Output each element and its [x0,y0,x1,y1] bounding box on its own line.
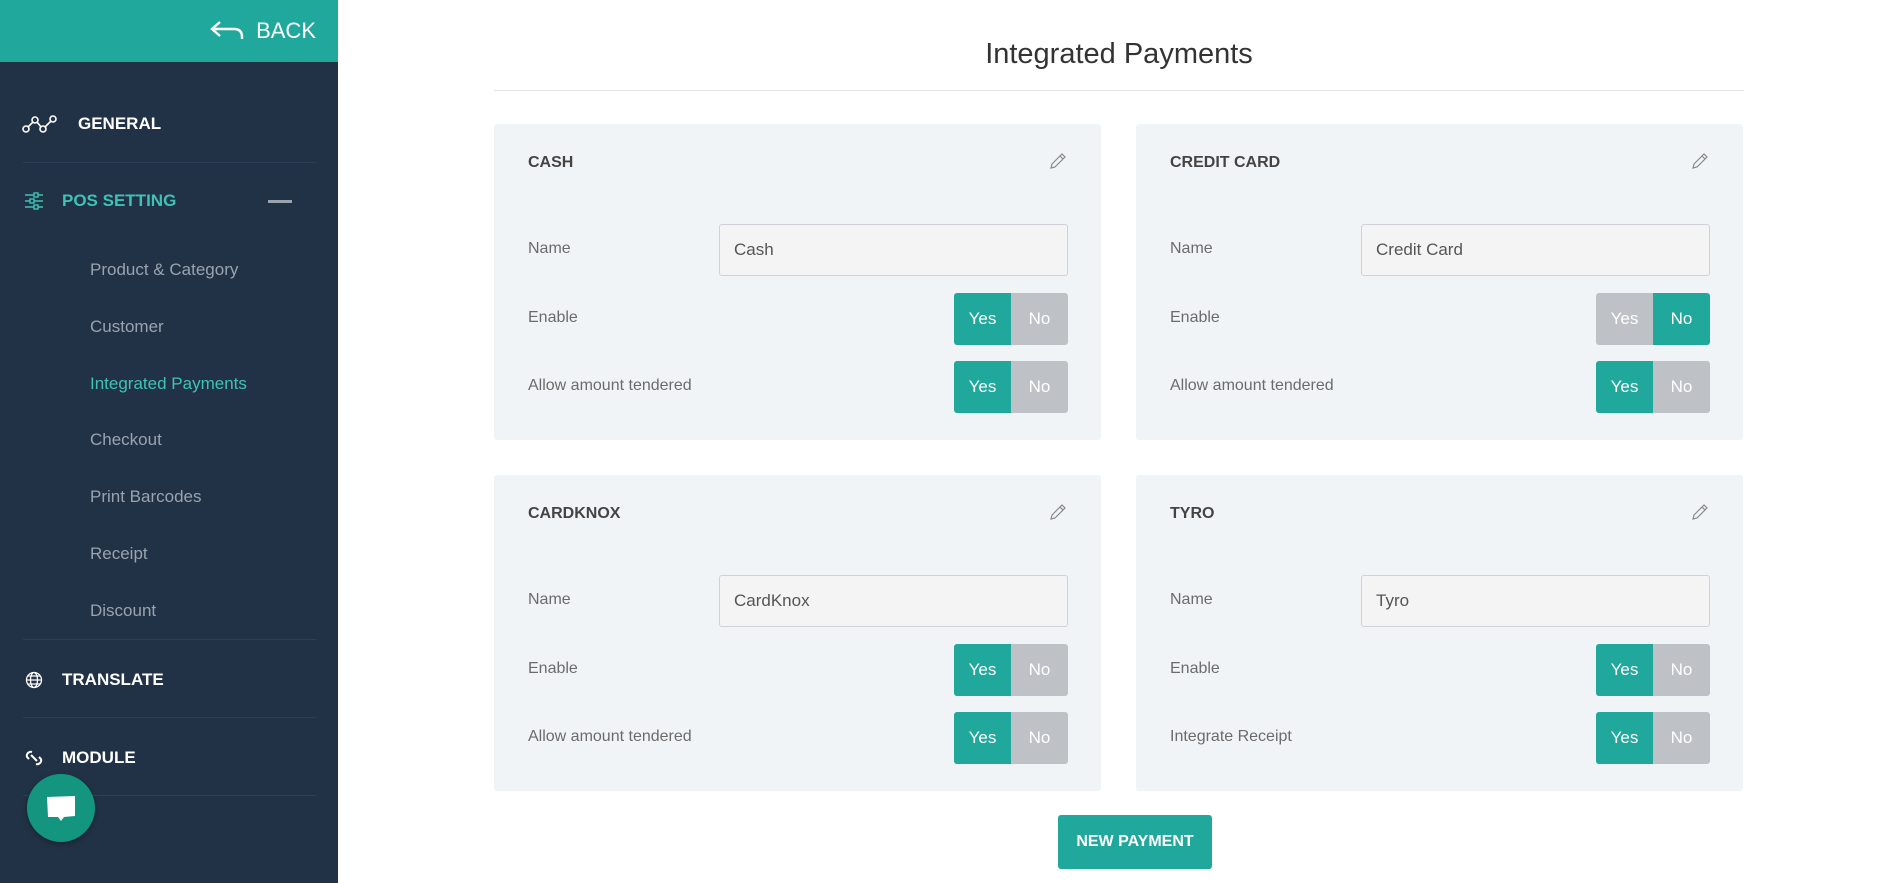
yes-option[interactable]: Yes [954,293,1011,345]
divider [494,90,1744,91]
name-label: Name [1170,591,1213,608]
card-title: TYRO [1170,505,1215,522]
sidebar-item-customer[interactable]: Customer [90,317,164,337]
yes-option[interactable]: Yes [954,644,1011,696]
card-title: CASH [528,154,574,171]
sidebar-item-discount[interactable]: Discount [90,601,156,621]
sidebar-item-checkout[interactable]: Checkout [90,430,162,450]
divider [23,717,316,718]
yes-option[interactable]: Yes [1596,644,1653,696]
yes-no-toggle: Yes No [1596,712,1710,764]
card-title: CREDIT CARD [1170,154,1281,171]
setting-label: Enable [1170,660,1220,677]
nav-module-label: MODULE [62,748,136,767]
chat-button[interactable] [27,774,95,842]
pencil-icon[interactable] [1691,503,1709,526]
setting-label: Allow amount tendered [528,377,692,394]
yes-option[interactable]: Yes [954,361,1011,413]
collapse-icon[interactable] [268,200,292,203]
setting-label: Enable [528,660,578,677]
link-icon [22,746,46,770]
payment-card: CREDIT CARD Name Enable Yes No Allow amo… [1136,124,1743,440]
sidebar-item-product-category[interactable]: Product & Category [90,260,238,280]
name-label: Name [528,591,571,608]
no-option[interactable]: No [1011,293,1068,345]
no-option[interactable]: No [1011,361,1068,413]
sidebar-item-integrated-payments[interactable]: Integrated Payments [90,374,247,394]
sidebar: BACK GENERAL POS SETTING Product & Categ… [0,0,338,883]
page-title: Integrated Payments [985,38,1253,70]
name-input[interactable] [1361,224,1710,276]
nodes-icon [22,112,58,136]
yes-no-toggle: Yes No [954,644,1068,696]
no-option[interactable]: No [1653,361,1710,413]
yes-no-toggle: Yes No [1596,361,1710,413]
yes-no-toggle: Yes No [954,712,1068,764]
nav-translate[interactable]: TRANSLATE [22,668,316,692]
no-option[interactable]: No [1011,644,1068,696]
yes-no-toggle: Yes No [1596,293,1710,345]
yes-no-toggle: Yes No [1596,644,1710,696]
no-option[interactable]: No [1653,293,1710,345]
name-label: Name [1170,240,1213,257]
name-input[interactable] [719,575,1068,627]
globe-icon [22,668,46,692]
setting-label: Enable [1170,309,1220,326]
nav-general[interactable]: GENERAL [22,112,316,136]
payment-card: CASH Name Enable Yes No Allow amount ten… [494,124,1101,440]
back-label: BACK [256,18,316,43]
yes-option[interactable]: Yes [1596,361,1653,413]
sidebar-item-receipt[interactable]: Receipt [90,544,148,564]
sidebar-item-print-barcodes[interactable]: Print Barcodes [90,487,202,507]
chat-icon [47,796,75,821]
name-input[interactable] [1361,575,1710,627]
yes-no-toggle: Yes No [954,293,1068,345]
setting-label: Allow amount tendered [1170,377,1334,394]
pencil-icon[interactable] [1049,152,1067,175]
nav-general-label: GENERAL [78,114,162,133]
yes-option[interactable]: Yes [1596,293,1653,345]
setting-label: Allow amount tendered [528,728,692,745]
yes-option[interactable]: Yes [1596,712,1653,764]
pencil-icon[interactable] [1049,503,1067,526]
card-title: CARDKNOX [528,505,621,522]
name-input[interactable] [719,224,1068,276]
nav-module[interactable]: MODULE [22,746,316,770]
no-option[interactable]: No [1011,712,1068,764]
no-option[interactable]: No [1653,644,1710,696]
divider [23,639,316,640]
pencil-icon[interactable] [1691,152,1709,175]
payment-card: CARDKNOX Name Enable Yes No Allow amount… [494,475,1101,791]
setting-label: Enable [528,309,578,326]
payment-card: TYRO Name Enable Yes No Integrate Receip… [1136,475,1743,791]
new-payment-button[interactable]: NEW PAYMENT [1058,815,1212,869]
yes-option[interactable]: Yes [954,712,1011,764]
divider [23,162,316,163]
back-button[interactable]: BACK [0,0,338,62]
nav-translate-label: TRANSLATE [62,670,164,689]
back-arrow-icon [210,21,244,39]
setting-label: Integrate Receipt [1170,728,1292,745]
name-label: Name [528,240,571,257]
sliders-icon [22,189,46,213]
nav-pos-setting-label: POS SETTING [62,191,177,210]
no-option[interactable]: No [1653,712,1710,764]
yes-no-toggle: Yes No [954,361,1068,413]
